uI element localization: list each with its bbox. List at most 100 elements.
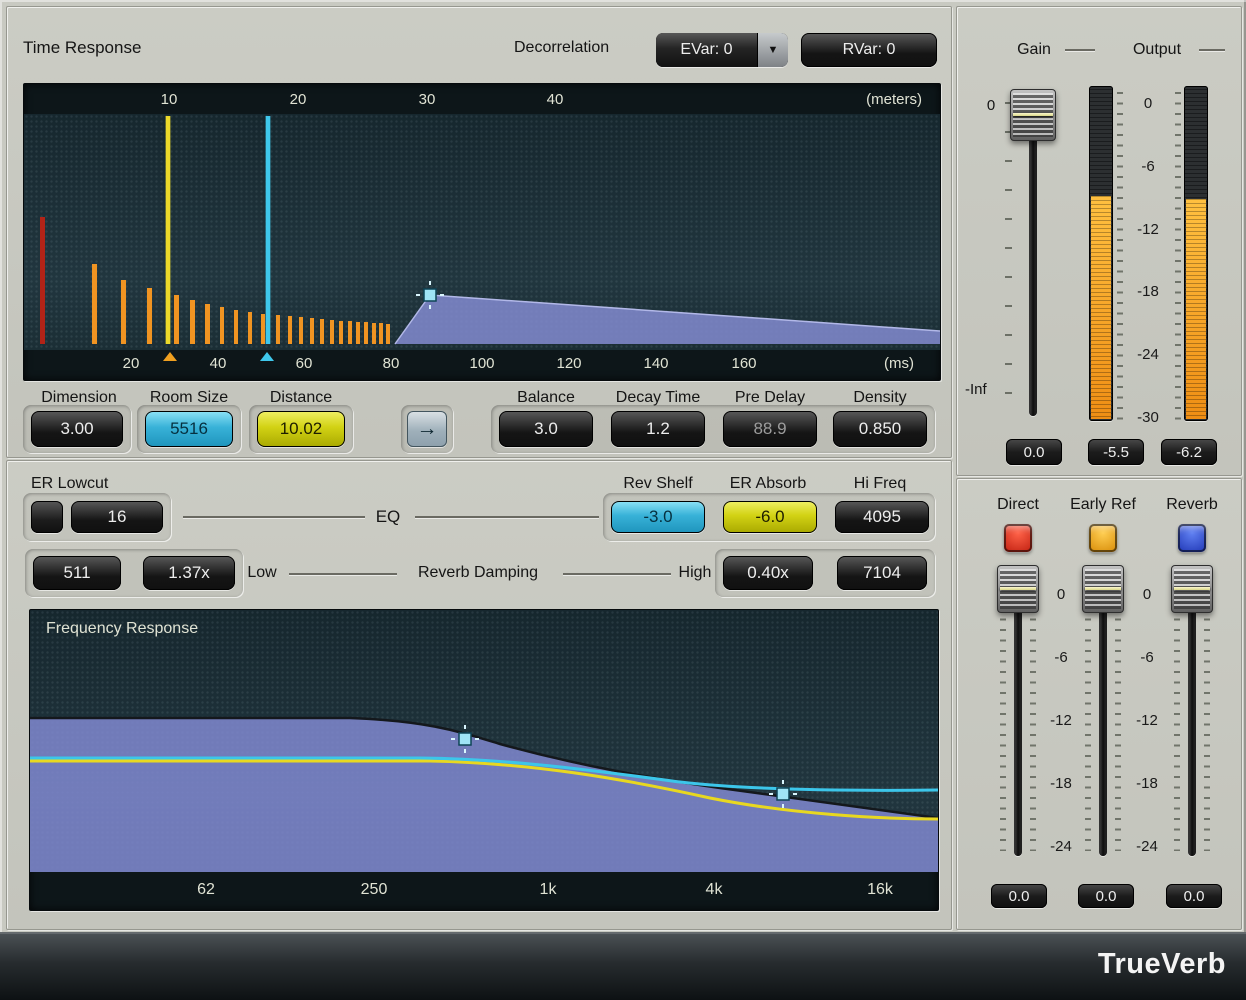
ms-axis-tick: 100 [469,355,494,372]
early-ref-fader-track[interactable] [1099,571,1107,856]
reverb-readout[interactable]: 0.0 [1166,884,1222,908]
bottom-bar: TrueVerb [0,932,1246,1000]
divider-line [289,573,397,575]
meter-scale-tick: -30 [1137,409,1159,426]
gain-label: Gain [1017,41,1051,59]
gain-scale-bottom: -Inf [965,381,987,398]
hi-freq-box[interactable]: 4095 [835,501,929,533]
divider-line [415,516,599,518]
output-meter-left-fill [1091,196,1111,419]
direct-label: Direct [997,496,1039,514]
rev-shelf-label: Rev Shelf [623,475,692,493]
damp-high-freq-box[interactable]: 7104 [837,556,927,590]
meter-tick-marks [1117,92,1123,422]
frequency-response-plot: Frequency Response [30,610,938,872]
decay-time-box[interactable]: 1.2 [611,411,705,447]
ms-axis-tick: 120 [556,355,581,372]
freq-axis-tick: 4k [706,881,723,899]
er-lowcut-toggle[interactable] [31,501,63,533]
fader-tick-marks [1115,587,1121,851]
fader-tick-marks [1085,587,1091,851]
direct-fader-track[interactable] [1014,571,1022,856]
direct-solo-button[interactable] [1004,524,1032,552]
freq-axis-tick: 1k [540,881,557,899]
mix-scale-tick: -24 [1050,838,1072,855]
balance-box[interactable]: 3.0 [499,411,593,447]
fader-tick-marks [1000,587,1006,851]
direct-readout[interactable]: 0.0 [991,884,1047,908]
mix-scale-tick: -18 [1136,775,1158,792]
ms-axis-tick: 80 [383,355,400,372]
meter-scale-tick: -6 [1141,158,1154,175]
reverb-damping-title: Reverb Damping [418,564,538,582]
fader-tick-marks [1204,587,1210,851]
mix-scale-tick: 0 [1143,586,1151,603]
room-axis-marker-icon[interactable] [260,352,274,361]
early-ref-solo-button[interactable] [1089,524,1117,552]
meters-axis-tick: 20 [290,91,307,108]
dropdown-arrow-icon[interactable]: ▼ [757,33,788,67]
ms-axis-unit: (ms) [884,355,914,372]
pre-delay-box[interactable]: 88.9 [723,411,817,447]
distance-marker[interactable] [166,116,170,344]
reverb-fader-track[interactable] [1188,571,1196,856]
distance-box[interactable]: 10.02 [257,411,345,447]
early-ref-readout[interactable]: 0.0 [1078,884,1134,908]
mix-panel: Direct Early Ref Reverb 0 -6 -12 -18 -24… [956,478,1242,930]
gain-readout[interactable]: 0.0 [1006,439,1062,465]
gain-scale-top: 0 [987,97,995,114]
gain-fader-track[interactable] [1029,96,1037,416]
meter-scale-tick: -12 [1137,221,1159,238]
divider-line [1199,49,1225,51]
room-size-box[interactable]: 5516 [145,411,233,447]
er-lowcut-box[interactable]: 16 [71,501,163,533]
ms-axis-tick: 140 [643,355,668,372]
gain-fader-knob[interactable] [1010,89,1056,141]
distance-axis-marker-icon[interactable] [163,352,177,361]
meters-axis-unit: (meters) [866,91,922,108]
output-right-readout[interactable]: -6.2 [1161,439,1217,465]
dimension-box[interactable]: 3.00 [31,411,123,447]
fader-tick-marks [1174,587,1180,851]
frequency-response-graph: Frequency Response 62 250 1k 4k 16k [29,609,939,911]
meter-tick-marks [1175,92,1181,422]
er-absorb-label: ER Absorb [730,475,806,493]
frequency-response-curves [30,610,938,872]
reverb-fader-knob[interactable] [1171,565,1213,613]
decorrelation-label: Decorrelation [514,39,609,57]
direct-fader-knob[interactable] [997,565,1039,613]
early-ref-label: Early Ref [1070,496,1136,514]
link-arrow-button[interactable]: → [407,411,447,447]
plugin-brand: TrueVerb [1098,948,1226,981]
evar-value: EVar: 0 [656,33,757,67]
eq-area [30,718,938,872]
damp-low-freq-box[interactable]: 511 [33,556,121,590]
time-response-panel: Time Response Decorrelation EVar: 0 ▼ RV… [6,6,952,458]
room-marker[interactable] [266,116,270,344]
divider-line [563,573,671,575]
damp-low-ratio-box[interactable]: 1.37x [143,556,235,590]
output-left-readout[interactable]: -5.5 [1088,439,1144,465]
damp-high-ratio-box[interactable]: 0.40x [723,556,813,590]
output-panel: Gain Output 0 -Inf 0 -6 -12 -18 -24 -30 … [956,6,1242,476]
gain-tick-marks [1005,102,1012,412]
density-box[interactable]: 0.850 [833,411,927,447]
early-ref-fader-knob[interactable] [1082,565,1124,613]
reverb-envelope [395,295,940,344]
freq-axis-tick: 62 [197,881,215,899]
mix-scale-tick: -6 [1140,649,1153,666]
reverb-label: Reverb [1166,496,1218,514]
trueverb-window: Time Response Decorrelation EVar: 0 ▼ RV… [0,0,1246,1000]
reverb-solo-button[interactable] [1178,524,1206,552]
eq-panel: ER Lowcut 16 EQ Rev Shelf ER Absorb Hi F… [6,460,952,930]
rev-shelf-box[interactable]: -3.0 [611,501,705,533]
mix-scale-tick: -6 [1054,649,1067,666]
er-lowcut-label: ER Lowcut [31,475,108,493]
output-meter-right [1184,86,1208,421]
eq-label: EQ [376,507,401,527]
meters-axis-tick: 30 [419,91,436,108]
mix-scale-tick: -24 [1136,838,1158,855]
er-absorb-box[interactable]: -6.0 [723,501,817,533]
evar-dropdown[interactable]: EVar: 0 ▼ [656,33,788,67]
rvar-box[interactable]: RVar: 0 [801,33,937,67]
